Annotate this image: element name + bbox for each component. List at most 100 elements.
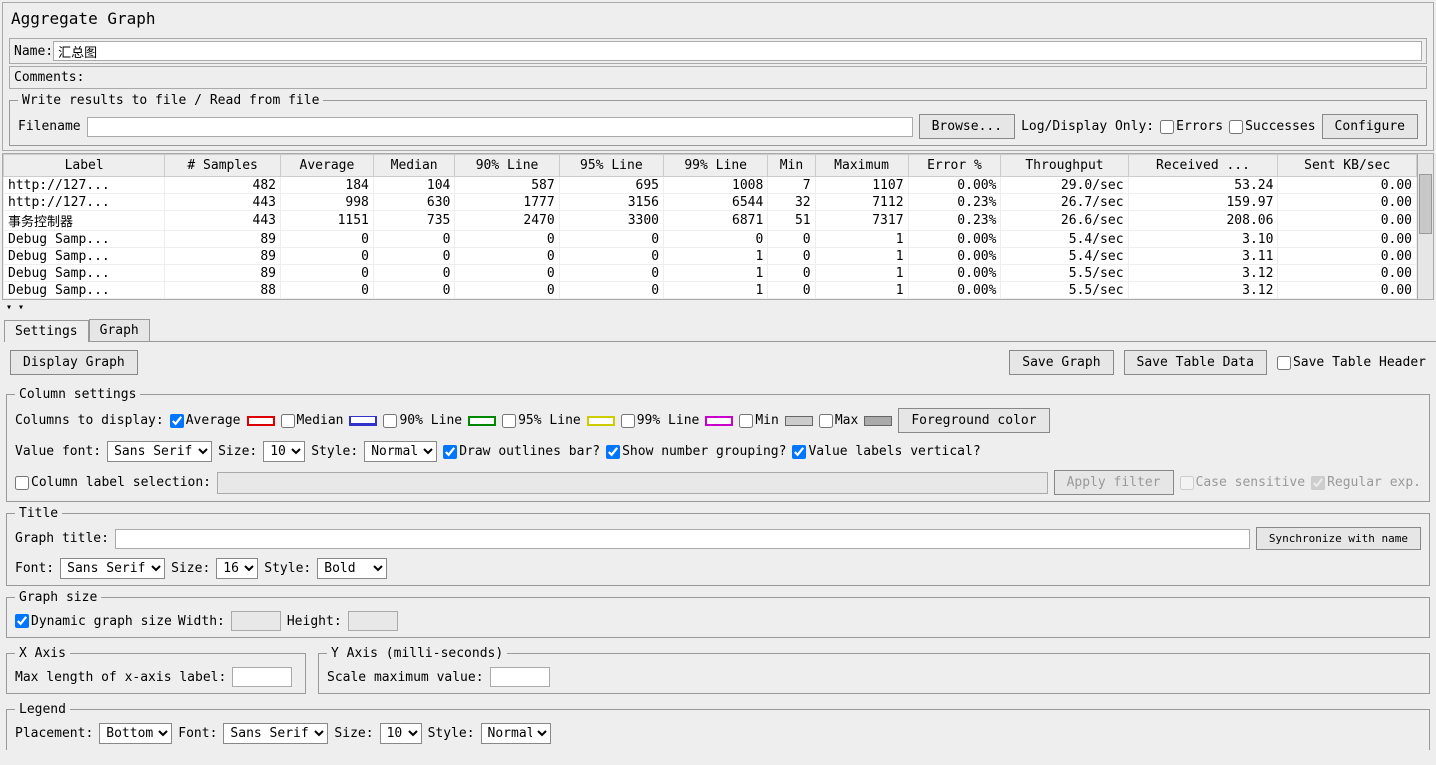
line90-checkbox[interactable]: 90% Line	[383, 413, 462, 428]
results-table: Label# SamplesAverageMedian90% Line95% L…	[3, 154, 1417, 299]
table-header[interactable]: 90% Line	[455, 155, 559, 177]
table-cell: 0	[559, 282, 663, 299]
width-input[interactable]	[231, 611, 281, 631]
save-table-header-checkbox[interactable]: Save Table Header	[1277, 355, 1426, 370]
table-row[interactable]: Debug Samp...8800001010.00%5.5/sec3.120.…	[4, 282, 1417, 299]
table-row[interactable]: Debug Samp...8900001010.00%5.5/sec3.120.…	[4, 265, 1417, 282]
table-cell: 3.10	[1128, 231, 1278, 248]
legend-style-select[interactable]: Normal	[481, 723, 551, 744]
column-settings-legend: Column settings	[15, 387, 140, 402]
line95-checkbox[interactable]: 95% Line	[502, 413, 581, 428]
comments-label: Comments:	[14, 70, 84, 85]
table-cell: 7112	[815, 194, 908, 211]
display-graph-button[interactable]: Display Graph	[10, 350, 138, 375]
value-size-select[interactable]: 10	[263, 441, 305, 462]
table-cell: 0	[373, 231, 455, 248]
foreground-color-button[interactable]: Foreground color	[898, 408, 1049, 433]
average-checkbox[interactable]: Average	[170, 413, 241, 428]
tab-graph[interactable]: Graph	[89, 319, 150, 341]
yaxis-scalemax-input[interactable]	[490, 667, 550, 687]
table-header[interactable]: Average	[280, 155, 373, 177]
max-checkbox[interactable]: Max	[819, 413, 858, 428]
filename-input[interactable]	[87, 117, 913, 137]
table-header[interactable]: # Samples	[165, 155, 281, 177]
table-cell: 0	[768, 248, 815, 265]
legend-size-select[interactable]: 10	[380, 723, 422, 744]
table-cell: Debug Samp...	[4, 231, 165, 248]
table-row[interactable]: Debug Samp...8900001010.00%5.4/sec3.110.…	[4, 248, 1417, 265]
table-cell: 0.00%	[908, 248, 1001, 265]
col-label-sel-checkbox[interactable]: Column label selection:	[15, 475, 211, 490]
table-cell: 630	[373, 194, 455, 211]
yaxis-legend: Y Axis (milli-seconds)	[327, 646, 507, 661]
placement-select[interactable]: Bottom	[99, 723, 172, 744]
tab-settings[interactable]: Settings	[4, 320, 89, 342]
xaxis-maxlen-input[interactable]	[232, 667, 292, 687]
table-cell: 0	[559, 231, 663, 248]
legend-font-select[interactable]: Sans Serif	[223, 723, 328, 744]
table-cell: 3300	[559, 211, 663, 231]
table-header[interactable]: Error %	[908, 155, 1001, 177]
table-cell: 0.00%	[908, 282, 1001, 299]
table-cell: 159.97	[1128, 194, 1278, 211]
errors-checkbox[interactable]: Errors	[1160, 119, 1223, 134]
table-header[interactable]: Throughput	[1001, 155, 1128, 177]
configure-button[interactable]: Configure	[1322, 114, 1418, 139]
col-label-filter-input[interactable]	[217, 472, 1048, 494]
table-cell: 3156	[559, 194, 663, 211]
regex-checkbox[interactable]: Regular exp.	[1311, 475, 1421, 490]
table-header[interactable]: Maximum	[815, 155, 908, 177]
table-cell: 0.00	[1278, 231, 1417, 248]
table-header[interactable]: Sent KB/sec	[1278, 155, 1417, 177]
value-font-select[interactable]: Sans Serif	[107, 441, 212, 462]
graph-title-input[interactable]	[115, 529, 1250, 549]
xaxis-maxlen-label: Max length of x-axis label:	[15, 670, 226, 685]
table-row[interactable]: http://127...443998630177731566544327112…	[4, 194, 1417, 211]
table-cell: 0	[559, 265, 663, 282]
sync-name-button[interactable]: Synchronize with name	[1256, 527, 1421, 550]
line99-checkbox[interactable]: 99% Line	[621, 413, 700, 428]
table-cell: 0	[768, 231, 815, 248]
table-header[interactable]: 95% Line	[559, 155, 663, 177]
draw-outlines-checkbox[interactable]: Draw outlines bar?	[443, 444, 600, 459]
log-display-label: Log/Display Only:	[1021, 119, 1154, 134]
dynamic-size-checkbox[interactable]: Dynamic graph size	[15, 614, 172, 629]
tabs: Settings Graph	[4, 319, 1436, 342]
legend-style-label: Style:	[428, 726, 475, 741]
table-cell: 0.00	[1278, 265, 1417, 282]
table-row[interactable]: Debug Samp...8900000010.00%5.4/sec3.100.…	[4, 231, 1417, 248]
browse-button[interactable]: Browse...	[919, 114, 1015, 139]
table-cell: 5.5/sec	[1001, 282, 1128, 299]
placement-label: Placement:	[15, 726, 93, 741]
apply-filter-button[interactable]: Apply filter	[1054, 470, 1174, 495]
title-style-select[interactable]: Bold	[317, 558, 387, 579]
table-header[interactable]: Min	[768, 155, 815, 177]
table-header[interactable]: Label	[4, 155, 165, 177]
table-header[interactable]: Median	[373, 155, 455, 177]
title-font-select[interactable]: Sans Serif	[60, 558, 165, 579]
save-table-data-button[interactable]: Save Table Data	[1124, 350, 1267, 375]
table-cell: 0	[664, 231, 768, 248]
table-cell: 0	[455, 265, 559, 282]
yaxis-fieldset: Y Axis (milli-seconds) Scale maximum val…	[318, 646, 1430, 694]
median-checkbox[interactable]: Median	[281, 413, 344, 428]
name-input[interactable]	[53, 41, 1422, 61]
save-graph-button[interactable]: Save Graph	[1009, 350, 1113, 375]
table-header[interactable]: 99% Line	[664, 155, 768, 177]
value-style-select[interactable]: Normal	[364, 441, 437, 462]
successes-checkbox[interactable]: Successes	[1229, 119, 1315, 134]
table-scrollbar[interactable]	[1418, 153, 1434, 300]
min-checkbox[interactable]: Min	[739, 413, 778, 428]
table-cell: 0	[455, 231, 559, 248]
table-row[interactable]: 事务控制器44311517352470330068715173170.23%26…	[4, 211, 1417, 231]
table-cell: http://127...	[4, 177, 165, 194]
cols-display-label: Columns to display:	[15, 413, 164, 428]
table-row[interactable]: http://127...4821841045876951008711070.0…	[4, 177, 1417, 194]
show-grouping-checkbox[interactable]: Show number grouping?	[606, 444, 786, 459]
case-sensitive-checkbox[interactable]: Case sensitive	[1180, 475, 1306, 490]
title-size-select[interactable]: 16	[216, 558, 258, 579]
table-header[interactable]: Received ...	[1128, 155, 1278, 177]
table-cell: 1	[664, 282, 768, 299]
height-input[interactable]	[348, 611, 398, 631]
labels-vertical-checkbox[interactable]: Value labels vertical?	[792, 444, 980, 459]
